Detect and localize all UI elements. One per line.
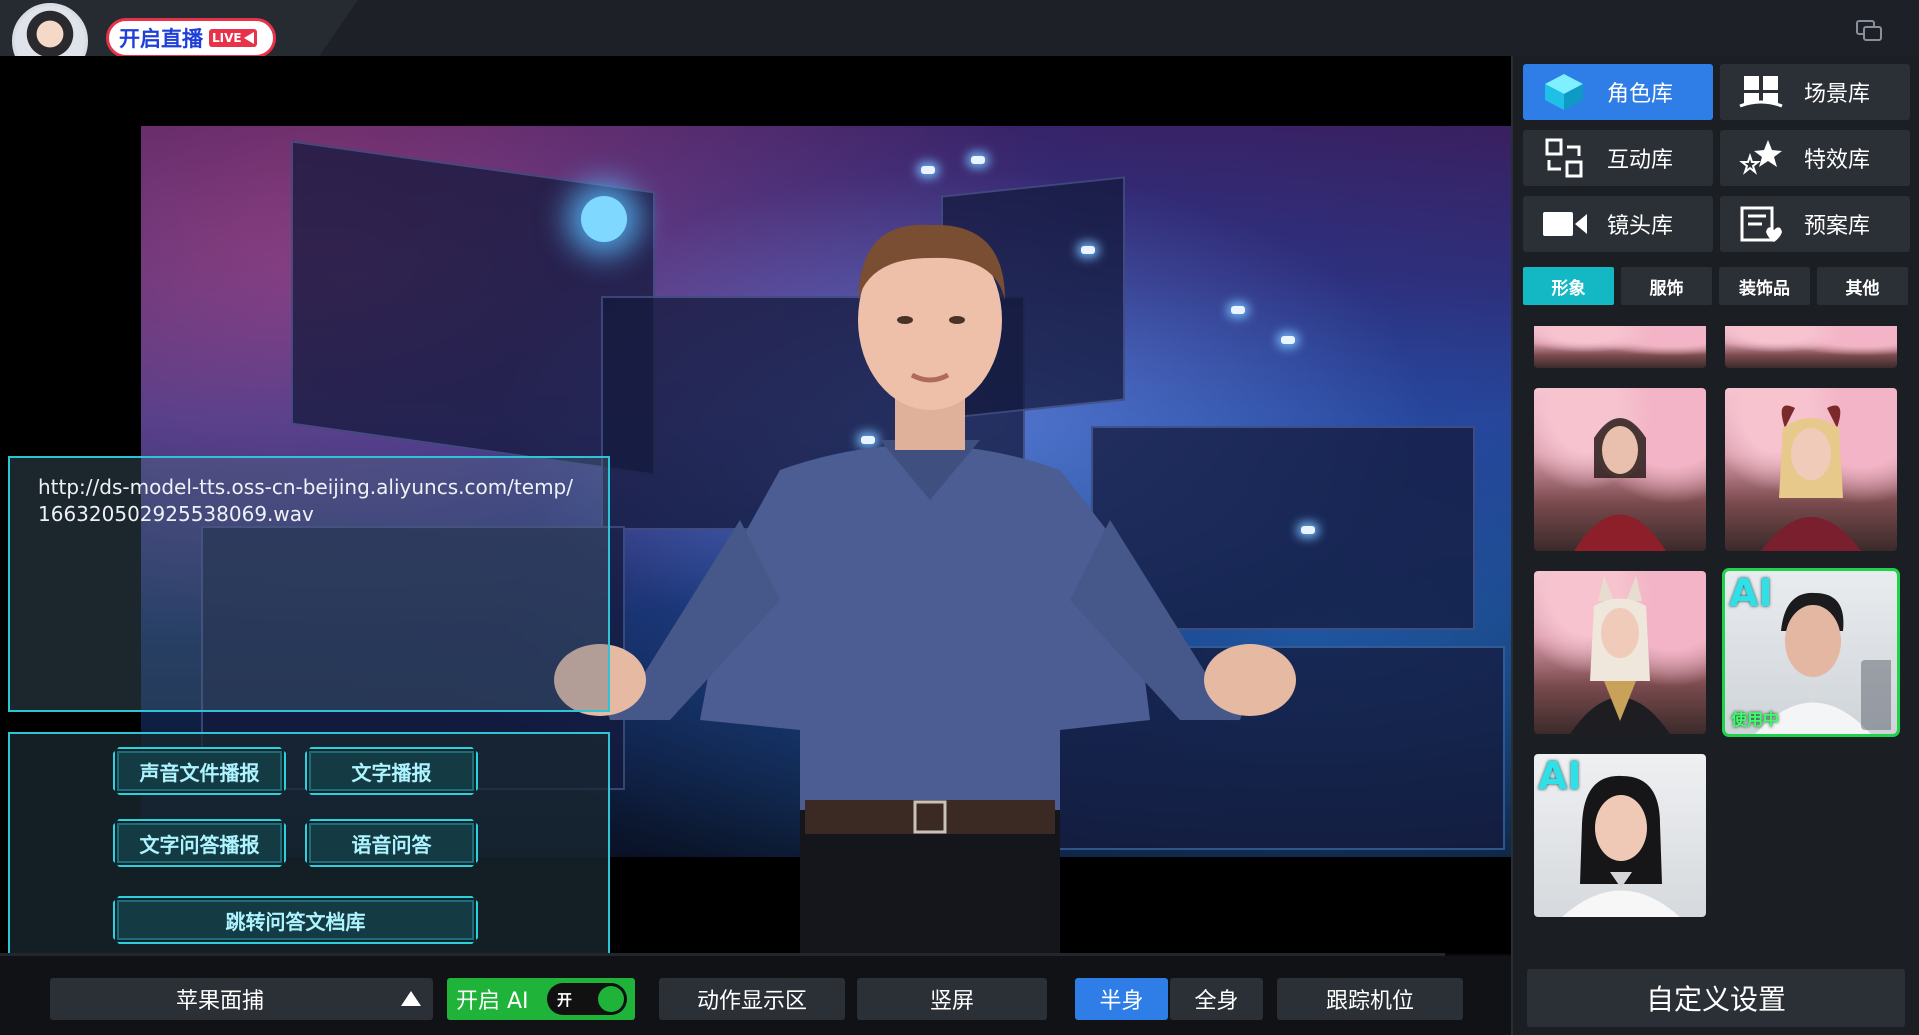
ai-toggle-button[interactable]: 开启 AI 开 [447,978,635,1020]
live-badge-text: LIVE [212,31,242,45]
video-camera-icon [243,32,254,44]
sidebar-collapse-handle[interactable] [1861,660,1891,730]
action-display-button[interactable]: 动作显示区 [659,978,845,1020]
scene-grid-icon [1739,76,1783,108]
cube-icon [1545,74,1583,110]
tracking-camera-button[interactable]: 跟踪机位 [1277,978,1463,1020]
library-tab-camera[interactable]: 镜头库 [1523,196,1713,252]
full-body-button[interactable]: 全身 [1170,978,1263,1020]
face-capture-label: 苹果面捕 [175,989,264,1014]
character-thumbnail[interactable] [1534,326,1706,368]
subtab-other[interactable]: 其他 [1817,267,1908,305]
subtab-clothing[interactable]: 服饰 [1621,267,1712,305]
library-tab-plans[interactable]: 预案库 [1720,196,1910,252]
subtab-image[interactable]: 形象 [1523,267,1614,305]
plan-list-icon [1740,206,1782,242]
start-live-button[interactable]: 开启直播 LIVE [106,18,276,58]
character-thumbnail[interactable] [1725,326,1897,368]
character-portrait [1574,418,1666,551]
library-tab-effects[interactable]: 特效库 [1720,130,1910,186]
goto-qa-library-button[interactable]: 跳转问答文档库 [113,896,478,944]
half-body-button[interactable]: 半身 [1075,978,1168,1020]
triangle-up-icon [401,991,421,1006]
broadcast-text-panel[interactable]: http://ds-model-tts.oss-cn-beijing.aliyu… [8,456,610,712]
library-tab-label: 特效库 [1804,148,1871,173]
library-tab-scenes[interactable]: 场景库 [1720,64,1910,120]
voice-qa-button[interactable]: 语音问答 [305,819,478,867]
library-tab-label: 角色库 [1607,82,1674,107]
portrait-mode-button[interactable]: 竖屏 [857,978,1047,1020]
library-tab-label: 场景库 [1804,82,1871,107]
character-thumbnail[interactable] [1725,388,1897,551]
custom-settings-button[interactable]: 自定义设置 [1527,969,1905,1027]
window-switch-icon[interactable] [1856,20,1882,42]
library-tab-label: 镜头库 [1607,214,1674,239]
toggle-knob [598,986,624,1012]
live-badge: LIVE [209,29,257,47]
in-use-tag: 使用中 [1731,710,1780,729]
audio-url-text: http://ds-model-tts.oss-cn-beijing.aliyu… [38,475,573,526]
ai-toggle-label: 开启 AI [456,989,529,1014]
face-capture-select[interactable]: 苹果面捕 [50,978,433,1020]
ai-tag: AI [1729,571,1773,615]
character-thumbnail[interactable] [1534,388,1706,551]
ai-tag: AI [1538,754,1582,798]
library-tab-label: 预案库 [1804,214,1871,239]
character-portrait [1761,405,1861,551]
library-tab-roles[interactable]: 角色库 [1523,64,1713,120]
ai-toggle-switch[interactable]: 开 [547,983,627,1015]
text-broadcast-button[interactable]: 文字播报 [305,747,478,795]
library-tab-label: 互动库 [1607,148,1674,173]
ai-toggle-state: 开 [557,991,573,1009]
library-tab-interaction[interactable]: 互动库 [1523,130,1713,186]
camera-icon [1543,212,1587,236]
character-portrait [1570,576,1670,734]
start-live-label: 开启直播 [119,27,203,51]
subtab-accessories[interactable]: 装饰品 [1719,267,1810,305]
text-qa-broadcast-button[interactable]: 文字问答播报 [113,819,286,867]
stars-effect-icon [1739,140,1782,175]
audio-file-broadcast-button[interactable]: 声音文件播报 [113,747,286,795]
character-thumbnail[interactable]: AI [1534,754,1706,917]
interaction-icon [1545,138,1583,178]
character-thumbnail[interactable] [1534,571,1706,734]
